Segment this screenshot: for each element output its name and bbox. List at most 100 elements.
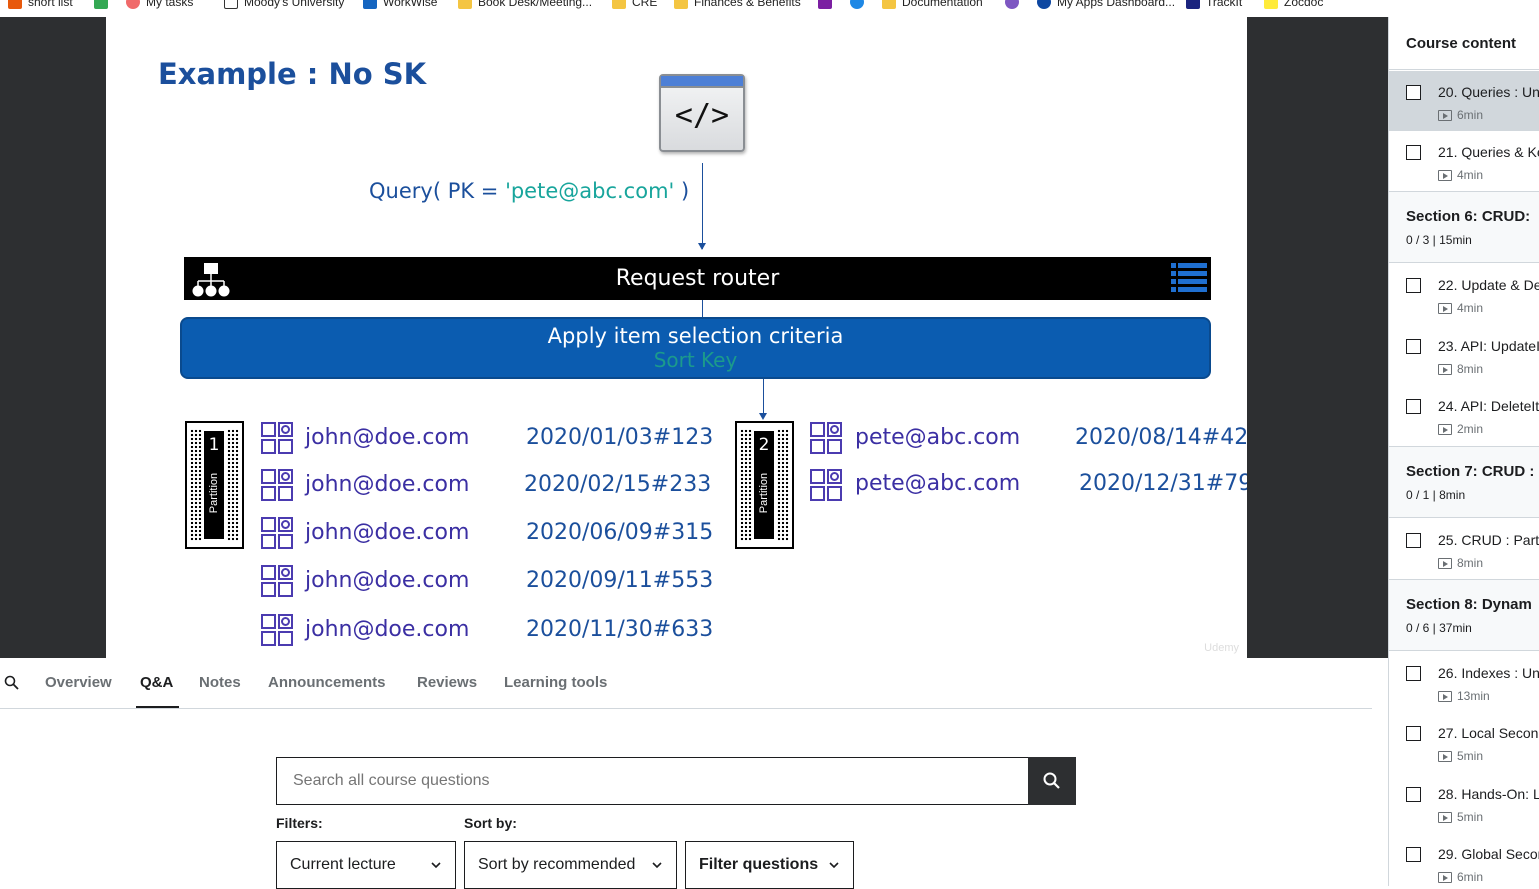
lecture-filter-dropdown[interactable]: Current lecture: [276, 841, 456, 889]
item-email: john@doe.com: [305, 617, 470, 642]
video-icon: [1438, 811, 1452, 823]
lecture-checkbox[interactable]: [1406, 278, 1421, 293]
video-icon: [1438, 871, 1452, 883]
lecture-checkbox[interactable]: [1406, 339, 1421, 354]
lecture-duration: 2min: [1457, 422, 1484, 436]
globe-icon: [850, 0, 864, 9]
bookmarks-bar: short list My tasks Moody's University W…: [0, 0, 1388, 17]
sidebar-title: Course content: [1406, 35, 1517, 52]
bookmark-11[interactable]: [1005, 0, 1019, 10]
lecture-item[interactable]: 25. CRUD : Parti 8min: [1389, 519, 1539, 579]
bookmark-short-list[interactable]: short list: [8, 0, 73, 10]
item-sort-key: 2020/02/15#233: [524, 472, 712, 497]
video-icon: [1438, 363, 1452, 375]
lecture-title: 28. Hands-On: L: [1438, 786, 1539, 802]
section-title: Section 7: CRUD :: [1406, 463, 1535, 480]
section-meta: 0 / 1 | 8min: [1406, 488, 1466, 502]
partition-2: 2 Partition: [735, 421, 794, 549]
item-email: pete@abc.com: [855, 471, 1021, 496]
active-tab-indicator: [136, 706, 179, 708]
bookmark-cre[interactable]: CRE: [612, 0, 657, 10]
video-icon: [1438, 169, 1452, 181]
folder-icon: [458, 0, 472, 9]
lecture-item[interactable]: 20. Queries : Und 6min: [1389, 71, 1539, 131]
filter-questions-dropdown[interactable]: Filter questions: [685, 841, 854, 889]
item-email: pete@abc.com: [855, 425, 1021, 450]
search-icon[interactable]: [4, 675, 20, 691]
section-meta: 0 / 6 | 37min: [1406, 621, 1472, 635]
arrow-line: [702, 163, 703, 249]
section-title: Section 8: Dynam: [1406, 596, 1532, 613]
bookmark-my-apps[interactable]: My Apps Dashboard...: [1037, 0, 1175, 10]
bookmark-workwise[interactable]: WorkWise: [363, 0, 437, 10]
lecture-checkbox[interactable]: [1406, 847, 1421, 862]
zocdoc-icon: [1264, 0, 1278, 9]
video-icon: [1438, 690, 1452, 702]
section-header[interactable]: Section 7: CRUD : 0 / 1 | 8min: [1389, 446, 1539, 518]
lecture-checkbox[interactable]: [1406, 787, 1421, 802]
slide-title: Example : No SK: [158, 57, 427, 91]
tab-reviews[interactable]: Reviews: [417, 674, 477, 691]
qa-search-input[interactable]: [277, 758, 1028, 804]
tab-qa[interactable]: Q&A: [140, 674, 173, 691]
lecture-checkbox[interactable]: [1406, 726, 1421, 741]
bookmark-zocdoc[interactable]: Zocdoc: [1264, 0, 1323, 10]
qa-search-button[interactable]: [1028, 757, 1076, 805]
item-icon: [261, 517, 293, 549]
lecture-item[interactable]: 27. Local Second 5min: [1389, 712, 1539, 772]
bookmark-icon: [8, 0, 22, 9]
lecture-item[interactable]: 26. Indexes : Und 13min: [1389, 652, 1539, 712]
lecture-checkbox[interactable]: [1406, 145, 1421, 160]
video-icon: [1438, 109, 1452, 121]
section-title: Section 6: CRUD:: [1406, 208, 1531, 225]
search-icon: [1043, 772, 1060, 789]
item-icon: [261, 614, 293, 646]
lecture-checkbox[interactable]: [1406, 666, 1421, 681]
lecture-checkbox[interactable]: [1406, 85, 1421, 100]
lecture-item[interactable]: 22. Update & De 4min: [1389, 264, 1539, 324]
bookmark-documentation[interactable]: Documentation: [882, 0, 983, 10]
lecture-duration: 6min: [1457, 870, 1484, 884]
lecture-duration: 4min: [1457, 301, 1484, 315]
arrow-head: [759, 413, 767, 420]
bookmark-trackit[interactable]: TrackIt: [1186, 0, 1242, 10]
router-label: Request router: [615, 266, 780, 291]
selection-criteria-box: Apply item selection criteria Sort Key: [180, 317, 1211, 379]
lecture-item[interactable]: 28. Hands-On: L 5min: [1389, 773, 1539, 833]
tab-overview[interactable]: Overview: [45, 674, 112, 691]
lecture-item[interactable]: 29. Global Secon 6min: [1389, 833, 1539, 886]
section-header[interactable]: Section 8: Dynam 0 / 6 | 37min: [1389, 579, 1539, 651]
sort-dropdown[interactable]: Sort by recommended: [464, 841, 677, 889]
page-icon: [224, 0, 238, 9]
lecture-item[interactable]: 23. API: UpdateI 8min: [1389, 325, 1539, 385]
tab-announcements[interactable]: Announcements: [268, 674, 386, 691]
section-header[interactable]: Section 6: CRUD: 0 / 3 | 15min: [1389, 191, 1539, 263]
lecture-item[interactable]: 24. API: DeleteIt 2min: [1389, 385, 1539, 445]
chevron-down-icon: [652, 862, 662, 869]
lecture-duration: 5min: [1457, 749, 1484, 763]
lecture-duration: 8min: [1457, 556, 1484, 570]
item-icon: [261, 469, 293, 501]
bookmark-9[interactable]: [850, 0, 864, 10]
lecture-item[interactable]: 21. Queries & Ke 4min: [1389, 131, 1539, 191]
bookmark-finances[interactable]: Finances & Benefits: [674, 0, 801, 10]
chevron-down-icon: [829, 862, 839, 869]
lecture-checkbox[interactable]: [1406, 399, 1421, 414]
bookmark-my-tasks[interactable]: My tasks: [126, 0, 193, 10]
workwise-icon: [363, 0, 377, 9]
bookmark-8[interactable]: [818, 0, 832, 10]
bookmark-1[interactable]: [94, 0, 108, 10]
item-icon: [810, 469, 842, 501]
tab-notes[interactable]: Notes: [199, 674, 241, 691]
tab-learning-tools[interactable]: Learning tools: [504, 674, 607, 691]
code-icon: </>: [659, 74, 745, 152]
bookmark-moodys-university[interactable]: Moody's University: [224, 0, 344, 10]
trackit-icon: [1186, 0, 1200, 9]
item-sort-key: 2020/12/31#798: [1079, 471, 1247, 496]
video-player[interactable]: Example : No SK </> Query( PK = 'pete@ab…: [0, 17, 1388, 658]
chevron-down-icon: [431, 862, 441, 869]
lecture-duration: 8min: [1457, 362, 1484, 376]
bookmark-book-desk[interactable]: Book Desk/Meeting...: [458, 0, 592, 10]
folder-icon: [674, 0, 688, 9]
lecture-checkbox[interactable]: [1406, 533, 1421, 548]
